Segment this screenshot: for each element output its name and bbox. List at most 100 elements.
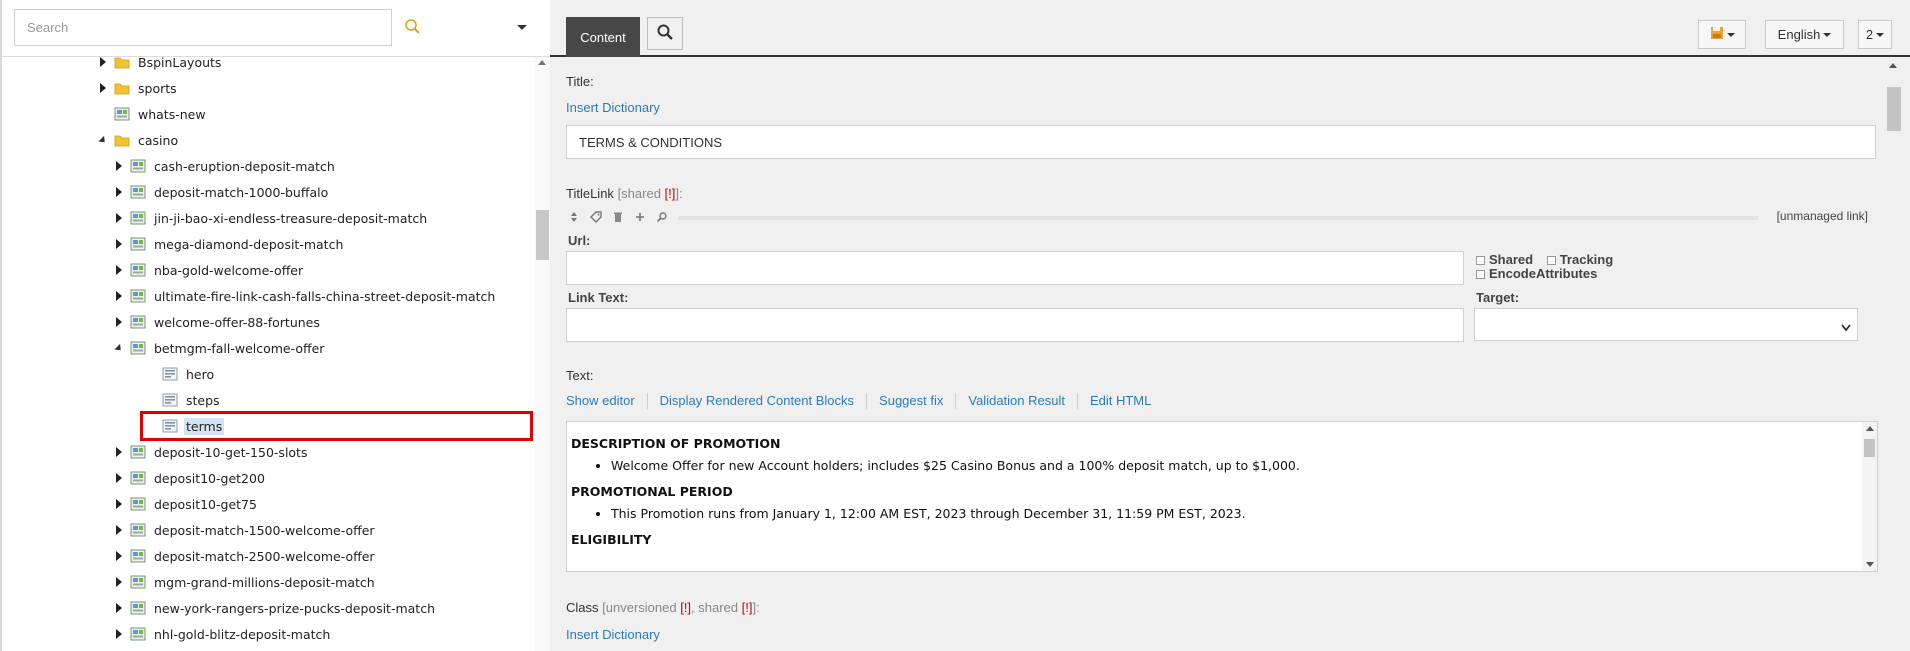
editor-scrollbar[interactable] bbox=[1883, 59, 1910, 651]
tree-node[interactable]: deposit10-get75 bbox=[114, 493, 259, 515]
encode-attributes-checkbox-box[interactable] bbox=[1476, 270, 1485, 280]
editor-scrollbar-thumb[interactable] bbox=[1887, 87, 1901, 131]
text-action-link[interactable]: Edit HTML bbox=[1090, 393, 1151, 409]
trash-icon[interactable] bbox=[612, 211, 624, 226]
tree-node[interactable]: casino bbox=[98, 129, 180, 151]
tree-node[interactable]: whats-new bbox=[98, 103, 208, 125]
expand-arrow-icon[interactable] bbox=[114, 524, 124, 536]
tree-node[interactable]: deposit10-get200 bbox=[114, 467, 267, 489]
page-icon bbox=[130, 237, 146, 251]
tree-node-label: whats-new bbox=[138, 106, 206, 122]
tree-node[interactable]: deposit-match-1500-welcome-offer bbox=[114, 519, 377, 541]
tree-node[interactable]: steps bbox=[146, 389, 222, 411]
page-icon bbox=[130, 549, 146, 563]
page-icon bbox=[130, 601, 146, 615]
tree-node[interactable]: hero bbox=[146, 363, 216, 385]
expand-arrow-icon[interactable] bbox=[114, 290, 124, 302]
scroll-up-arrow-icon[interactable] bbox=[538, 60, 546, 65]
expand-arrow-icon[interactable] bbox=[114, 628, 124, 640]
expand-arrow-icon[interactable] bbox=[114, 498, 124, 510]
caret-down-icon bbox=[1876, 32, 1885, 37]
language-select-button[interactable]: English bbox=[1765, 20, 1844, 49]
tracking-checkbox-box[interactable] bbox=[1546, 256, 1556, 266]
sort-icon[interactable] bbox=[568, 211, 580, 226]
tree-node[interactable]: new-york-rangers-prize-pucks-deposit-mat… bbox=[114, 597, 437, 619]
rte-scrollbar[interactable] bbox=[1862, 422, 1877, 571]
encode-attributes-checkbox[interactable]: EncodeAttributes bbox=[1476, 266, 1597, 281]
tree-node[interactable]: deposit-match-1000-buffalo bbox=[114, 181, 330, 203]
expand-arrow-icon[interactable] bbox=[114, 212, 124, 224]
scroll-up-arrow-icon[interactable] bbox=[1866, 426, 1874, 431]
rte-scrollbar-thumb[interactable] bbox=[1864, 439, 1875, 457]
chevron-down-icon[interactable] bbox=[512, 18, 532, 38]
search-icon[interactable] bbox=[402, 16, 424, 38]
page-icon bbox=[130, 185, 146, 199]
link-text-input[interactable] bbox=[566, 308, 1464, 342]
scroll-up-arrow-icon[interactable] bbox=[1889, 63, 1897, 68]
tree-node[interactable]: BspinLayouts bbox=[98, 51, 223, 73]
scroll-down-arrow-icon[interactable] bbox=[1866, 562, 1874, 567]
tree-node[interactable]: deposit-10-get-150-slots bbox=[114, 441, 309, 463]
rte-heading: DESCRIPTION OF PROMOTION bbox=[571, 436, 781, 451]
tree-node[interactable]: betmgm-fall-welcome-offer bbox=[114, 337, 326, 359]
class-label-text: Class bbox=[566, 600, 599, 615]
tree-node[interactable]: sports bbox=[98, 77, 179, 99]
text-action-link[interactable]: Suggest fix bbox=[879, 393, 943, 409]
version-select-button[interactable]: 2 bbox=[1858, 20, 1892, 49]
search-input[interactable] bbox=[14, 9, 392, 46]
action-separator bbox=[1076, 393, 1078, 409]
rte-list-item: This Promotion runs from January 1, 12:0… bbox=[611, 506, 1873, 521]
expand-arrow-icon[interactable] bbox=[114, 264, 124, 276]
url-input[interactable] bbox=[566, 251, 1464, 285]
tree-node[interactable]: mgm-grand-millions-deposit-match bbox=[114, 571, 377, 593]
tree-node[interactable]: nba-gold-welcome-offer bbox=[114, 259, 305, 281]
expand-arrow-icon[interactable] bbox=[114, 446, 124, 458]
tab-content[interactable]: Content bbox=[566, 17, 640, 57]
collapse-arrow-icon[interactable] bbox=[98, 134, 108, 146]
rich-text-editor[interactable]: DESCRIPTION OF PROMOTION Welcome Offer f… bbox=[566, 421, 1878, 572]
tree-node[interactable]: welcome-offer-88-fortunes bbox=[114, 311, 322, 333]
target-select[interactable] bbox=[1474, 308, 1858, 341]
tag-icon[interactable] bbox=[590, 211, 602, 226]
text-action-link[interactable]: Show editor bbox=[566, 393, 635, 409]
zoom-icon[interactable] bbox=[656, 211, 668, 226]
scrollbar-thumb[interactable] bbox=[536, 210, 549, 260]
plus-icon[interactable] bbox=[634, 211, 646, 226]
tree-node[interactable]: jin-ji-bao-xi-endless-treasure-deposit-m… bbox=[114, 207, 429, 229]
tree-node-label: nhl-gold-blitz-deposit-match bbox=[154, 626, 331, 642]
expand-arrow-icon[interactable] bbox=[114, 602, 124, 614]
tree-node-label: deposit-match-1000-buffalo bbox=[154, 184, 329, 200]
expand-arrow-icon[interactable] bbox=[98, 82, 108, 94]
shared-checkbox-box[interactable] bbox=[1476, 256, 1485, 266]
text-actions-bar: Show editor Display Rendered Content Bloc… bbox=[566, 393, 1151, 409]
collapse-arrow-icon[interactable] bbox=[114, 342, 124, 354]
expand-arrow-icon[interactable] bbox=[114, 316, 124, 328]
tree-node-label: deposit-match-1500-welcome-offer bbox=[154, 522, 375, 538]
expand-arrow-icon[interactable] bbox=[114, 576, 124, 588]
page-icon bbox=[114, 107, 130, 121]
text-action-link[interactable]: Validation Result bbox=[968, 393, 1065, 409]
text-action-link[interactable]: Display Rendered Content Blocks bbox=[660, 393, 854, 409]
folder-icon bbox=[114, 81, 130, 95]
save-menu-button[interactable] bbox=[1698, 20, 1746, 49]
shared-checkbox[interactable]: Shared Tracking bbox=[1476, 252, 1613, 267]
tree-node[interactable]: cash-eruption-deposit-match bbox=[114, 155, 337, 177]
title-field[interactable]: TERMS & CONDITIONS bbox=[566, 125, 1876, 159]
tree-node[interactable]: ultimate-fire-link-cash-falls-china-stre… bbox=[114, 285, 497, 307]
insert-dictionary-link[interactable]: Insert Dictionary bbox=[566, 100, 660, 115]
tree-node[interactable]: deposit-match-2500-welcome-offer bbox=[114, 545, 377, 567]
expand-arrow-icon[interactable] bbox=[114, 186, 124, 198]
tree-node[interactable]: nhl-gold-blitz-deposit-match bbox=[114, 623, 332, 645]
chevron-down-icon bbox=[1841, 320, 1851, 335]
expand-arrow-icon[interactable] bbox=[114, 238, 124, 250]
expand-arrow-icon[interactable] bbox=[114, 472, 124, 484]
expand-arrow-icon[interactable] bbox=[114, 160, 124, 172]
expand-arrow-icon[interactable] bbox=[114, 550, 124, 562]
insert-dictionary-link[interactable]: Insert Dictionary bbox=[566, 627, 660, 642]
tree-node[interactable]: mega-diamond-deposit-match bbox=[114, 233, 345, 255]
tab-search[interactable] bbox=[647, 17, 683, 50]
expand-arrow-icon[interactable] bbox=[98, 56, 108, 68]
rte-heading: PROMOTIONAL PERIOD bbox=[571, 484, 733, 499]
